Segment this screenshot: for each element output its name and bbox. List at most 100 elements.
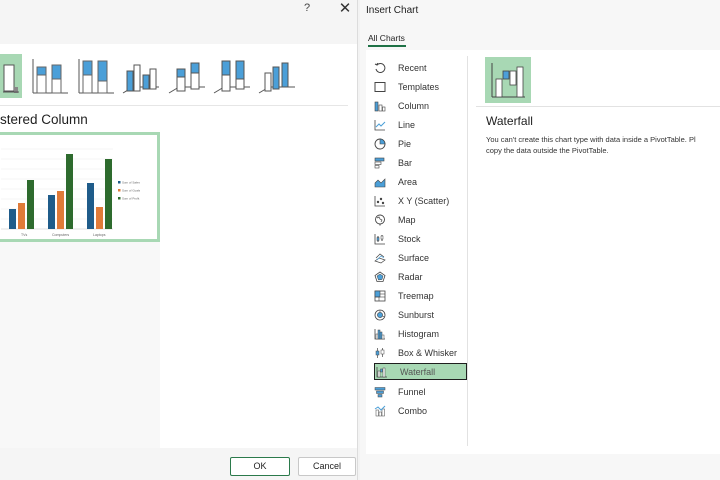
3d-clustered-column-icon [122, 64, 160, 94]
preview-category-label: Computers [52, 233, 69, 237]
preview-bar [87, 183, 94, 229]
map-icon [373, 213, 387, 227]
detail-description-line: You can't create this chart type with da… [486, 135, 696, 144]
percent-stacked-column-icon [78, 59, 114, 94]
subtype-stacked-column[interactable] [28, 54, 73, 98]
dialog-title: Insert Chart [366, 5, 419, 16]
ok-button[interactable]: OK [230, 457, 290, 476]
preview-legend-entry: Sum of Sales [122, 181, 140, 185]
subtype-100-stacked-column[interactable] [73, 54, 118, 98]
chart-type-list: Recent Templates Column Line Pie Bar Are… [366, 56, 468, 446]
bar-icon [373, 156, 387, 170]
chart-type-scatter[interactable]: X Y (Scatter) [373, 192, 466, 209]
preview-legend-entry: Sum of Profit [122, 197, 140, 201]
sunburst-icon [373, 308, 387, 322]
chart-type-label: Funnel [398, 386, 426, 397]
histogram-icon [373, 327, 387, 341]
chart-type-recent[interactable]: Recent [373, 59, 466, 76]
chart-type-waterfall[interactable]: Waterfall [374, 363, 467, 380]
chart-type-area[interactable]: Area [373, 173, 466, 190]
waterfall-large-icon [491, 63, 525, 98]
screen: ? ✕ stered Column TVs Computers Laptops … [0, 0, 720, 480]
chart-type-map[interactable]: Map [373, 211, 466, 228]
preview-legend-entry: Sum of Goals [122, 189, 141, 193]
dialog-body: Recent Templates Column Line Pie Bar Are… [366, 50, 720, 454]
detail-title: Waterfall [486, 114, 533, 128]
column-icon [373, 99, 387, 113]
waterfall-icon [375, 365, 389, 379]
line-icon [373, 118, 387, 132]
pie-icon [373, 137, 387, 151]
area-icon [373, 175, 387, 189]
chart-type-label: Surface [398, 252, 430, 263]
chart-type-detail: Waterfall You can't create this chart ty… [476, 50, 720, 446]
chart-type-combo[interactable]: Combo [373, 402, 466, 419]
chart-type-stock[interactable]: Stock [373, 230, 466, 247]
chart-type-bar[interactable]: Bar [373, 154, 466, 171]
subtype-3d-stacked-column[interactable] [164, 54, 209, 98]
clustered-column-icon [2, 64, 19, 93]
preview-bar [27, 180, 34, 229]
stock-icon [373, 232, 387, 246]
treemap-icon [373, 289, 387, 303]
chart-type-pie[interactable]: Pie [373, 135, 466, 152]
radar-icon [373, 270, 387, 284]
chart-type-label: Treemap [398, 290, 434, 301]
chart-type-label: Map [398, 214, 416, 225]
chart-type-label: Pie [398, 138, 412, 149]
subtype-clustered-column[interactable] [0, 54, 22, 98]
3d-stacked-column-icon [168, 62, 205, 94]
preview-bar [57, 191, 64, 229]
chart-type-label: Line [398, 119, 416, 130]
left-titlebar: ? ✕ [0, 0, 358, 20]
preview-bar [66, 154, 73, 229]
waterfall-thumbnail[interactable] [485, 57, 531, 103]
chart-type-label: Stock [398, 233, 421, 244]
help-button[interactable]: ? [298, 2, 316, 18]
templates-icon [373, 80, 387, 94]
chart-variant-title: stered Column [0, 112, 88, 127]
chart-type-label: Box & Whisker [398, 347, 458, 358]
subtype-3d-100-stacked-column[interactable] [209, 54, 254, 98]
chart-type-label: Column [398, 100, 430, 111]
chart-type-label: Sunburst [398, 309, 435, 320]
chart-type-box-whisker[interactable]: Box & Whisker [373, 344, 466, 361]
chart-type-line[interactable]: Line [373, 116, 466, 133]
chart-type-label: Templates [398, 81, 440, 92]
tab-all-charts[interactable]: All Charts [368, 33, 405, 43]
chart-type-label: Combo [398, 405, 428, 416]
chart-type-treemap[interactable]: Treemap [373, 287, 466, 304]
preview-category-label: Laptops [93, 233, 106, 237]
preview-bar [18, 203, 25, 229]
chart-subtype-gallery [0, 54, 300, 98]
chart-type-label: X Y (Scatter) [398, 195, 450, 206]
chart-type-label: Recent [398, 62, 427, 73]
funnel-icon [373, 385, 387, 399]
preview-bar [105, 159, 112, 229]
detail-description-line: copy the data outside the PivotTable. [486, 146, 609, 155]
chart-type-label: Radar [398, 271, 423, 282]
box-whisker-icon [373, 346, 387, 360]
detail-description: You can't create this chart type with da… [486, 134, 720, 156]
insert-chart-dialog: Insert Chart All Charts Recent Templates… [360, 0, 720, 480]
chart-type-surface[interactable]: Surface [373, 249, 466, 266]
chart-type-column[interactable]: Column [373, 97, 466, 114]
cancel-button[interactable]: Cancel [298, 457, 356, 476]
stacked-column-icon [32, 59, 69, 94]
chart-type-templates[interactable]: Templates [373, 78, 466, 95]
chart-type-label: Area [398, 176, 418, 187]
chart-type-sunburst[interactable]: Sunburst [373, 306, 466, 323]
subtype-3d-column[interactable] [255, 54, 300, 98]
preview-bar [96, 207, 103, 229]
chart-type-funnel[interactable]: Funnel [373, 383, 466, 400]
scatter-icon [373, 194, 387, 208]
subtype-3d-clustered-column[interactable] [118, 54, 163, 98]
chart-preview[interactable]: TVs Computers Laptops Sum of Sales Sum o… [0, 132, 160, 242]
3d-percent-stacked-column-icon [213, 60, 250, 94]
chart-type-radar[interactable]: Radar [373, 268, 466, 285]
chart-type-histogram[interactable]: Histogram [373, 325, 466, 342]
preview-bar [9, 209, 16, 229]
recent-icon [373, 61, 387, 75]
3d-column-icon [259, 62, 296, 94]
close-button[interactable]: ✕ [335, 0, 355, 20]
